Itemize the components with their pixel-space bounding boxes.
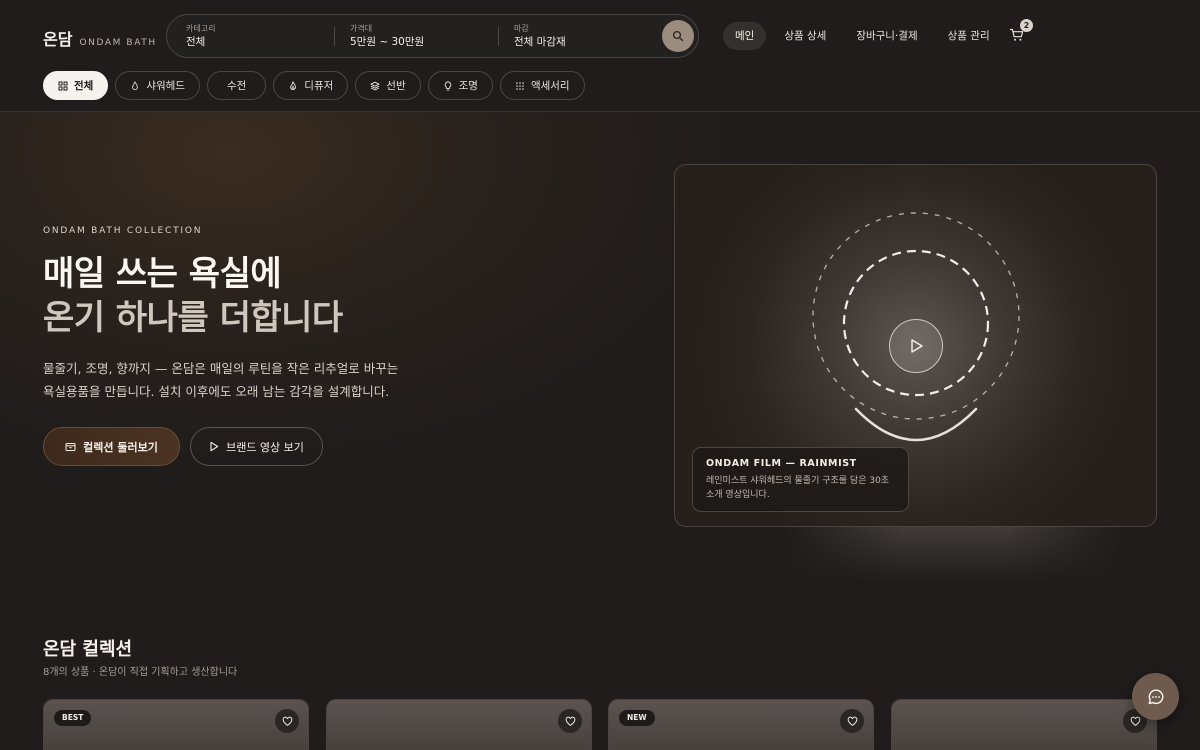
nav-item-cart-checkout[interactable]: 장바구니·결제 — [844, 22, 929, 50]
search-button[interactable] — [662, 20, 694, 52]
play-icon — [210, 441, 219, 452]
video-caption: ONDAM FILM — RAINMIST 레인미스트 샤워헤드의 물줄기 구조… — [692, 447, 909, 512]
category-filter[interactable]: 카테고리 전체 — [186, 23, 215, 50]
play-button[interactable] — [889, 319, 943, 373]
grid-icon — [58, 81, 68, 90]
browse-collection-button[interactable]: 컬렉션 둘러보기 — [43, 427, 180, 466]
wishlist-button[interactable] — [275, 709, 299, 733]
product-card[interactable] — [891, 699, 1157, 750]
product-badge: BEST — [54, 710, 92, 726]
heart-icon — [1130, 716, 1140, 726]
hero-eyebrow: ONDAM BATH COLLECTION — [43, 226, 203, 236]
collection-subtitle: 8개의 상품 · 온담이 직접 기획하고 생산합니다 — [43, 667, 238, 678]
heart-icon — [282, 716, 292, 726]
chip-label: 수전 — [226, 80, 247, 92]
main-nav: 메인 상품 상세 장바구니·결제 상품 관리 — [723, 22, 1008, 50]
chat-icon — [1148, 688, 1163, 704]
brand-video-button[interactable]: 브랜드 영상 보기 — [190, 427, 323, 466]
price-filter-value: 5만원 ~ 30만원 — [350, 36, 425, 48]
video-caption-text: 레인미스트 샤워헤드의 물줄기 구조를 담은 30초 소개 영상입니다. — [706, 476, 890, 500]
chip-diffuser[interactable]: 디퓨저 — [273, 71, 349, 100]
product-badge: NEW — [619, 710, 655, 726]
chip-label: 샤워헤드 — [146, 80, 185, 92]
site-header: 온담 ONDAM BATH 카테고리 전체 가격대 5만원 ~ 30만원 마감 … — [0, 0, 1200, 112]
chip-label: 조명 — [458, 80, 478, 92]
video-caption-title: ONDAM FILM — RAINMIST — [706, 458, 857, 469]
chat-button[interactable] — [1132, 673, 1179, 720]
chip-faucet[interactable]: 수전 — [206, 71, 267, 100]
layers-icon — [370, 81, 380, 90]
cart-count-badge: 2 — [1020, 19, 1033, 32]
chip-lighting[interactable]: 조명 — [427, 71, 493, 100]
dots-icon — [516, 81, 524, 90]
heart-icon — [847, 716, 857, 726]
chip-accessories[interactable]: 액세서리 — [499, 71, 585, 100]
hero-section: ONDAM BATH COLLECTION 매일 쓰는 욕실에 온기 하나를 더… — [0, 112, 1200, 600]
video-reflection — [784, 527, 1124, 583]
search-icon — [672, 30, 684, 42]
price-filter[interactable]: 가격대 5만원 ~ 30만원 — [350, 23, 424, 50]
heart-icon — [565, 716, 575, 726]
chip-showerhead[interactable]: 샤워헤드 — [115, 71, 200, 100]
search-bar: 카테고리 전체 가격대 5만원 ~ 30만원 마감 전체 마감재 — [166, 14, 699, 58]
search-divider — [498, 27, 499, 46]
hero-title-line2: 온기 하나를 더합니다 — [43, 298, 343, 338]
brand-name-en: ONDAM BATH — [79, 38, 157, 48]
search-divider — [334, 27, 335, 46]
hero-title: 매일 쓰는 욕실에 온기 하나를 더합니다 — [43, 252, 343, 340]
chip-label: 디퓨저 — [304, 80, 334, 92]
category-filter-label: 카테고리 — [186, 24, 216, 33]
category-chips: 전체 샤워헤드 수전 디퓨저 선반 조명 액세서리 — [43, 71, 585, 100]
nav-item-product-detail[interactable]: 상품 상세 — [772, 22, 838, 50]
collection-title: 온담 컬렉션 — [43, 639, 133, 660]
chip-label: 선반 — [386, 80, 406, 92]
browse-collection-label: 컬렉션 둘러보기 — [83, 440, 158, 454]
chip-all[interactable]: 전체 — [43, 71, 109, 100]
product-card[interactable] — [326, 699, 592, 750]
play-icon — [911, 339, 923, 353]
nav-item-main[interactable]: 메인 — [723, 22, 767, 50]
wishlist-button[interactable] — [840, 709, 864, 733]
drop-icon — [132, 80, 139, 90]
chip-shelf[interactable]: 선반 — [355, 71, 421, 100]
product-card[interactable]: NEW — [608, 699, 874, 750]
price-filter-label: 가격대 — [350, 24, 373, 33]
flame-icon — [290, 80, 297, 90]
nav-item-product-admin[interactable]: 상품 관리 — [936, 22, 1002, 50]
wishlist-button[interactable] — [558, 709, 582, 733]
finish-filter-value: 전체 마감재 — [514, 36, 566, 48]
finish-filter-label: 마감 — [514, 24, 529, 33]
chip-label: 전체 — [74, 80, 94, 92]
product-card[interactable]: BEST — [43, 699, 309, 750]
hero-title-line1: 매일 쓰는 욕실에 — [43, 254, 282, 294]
box-icon — [65, 443, 76, 451]
category-filter-value: 전체 — [186, 36, 206, 48]
brand-video-player[interactable]: ONDAM FILM — RAINMIST 레인미스트 샤워헤드의 물줄기 구조… — [674, 164, 1157, 527]
finish-filter[interactable]: 마감 전체 마감재 — [514, 23, 566, 50]
brand-name-ko: 온담 — [43, 30, 73, 49]
chip-label: 액세서리 — [530, 80, 570, 92]
bulb-icon — [444, 81, 451, 90]
brand-video-label: 브랜드 영상 보기 — [226, 440, 304, 454]
brand-logo[interactable]: 온담 ONDAM BATH — [43, 26, 157, 50]
hero-description: 물줄기, 조명, 향까지 — 온담은 매일의 루틴을 작은 리추얼로 바꾸는 욕… — [43, 361, 399, 399]
